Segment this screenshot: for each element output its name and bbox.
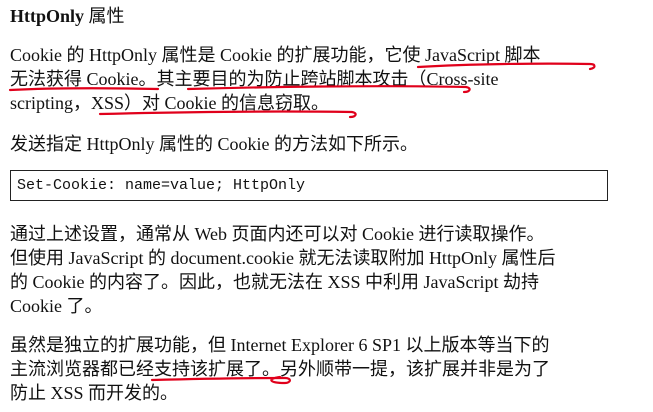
code-line: Set-Cookie: name=value; HttpOnly (17, 177, 306, 194)
paragraph-2-line-1: 发送指定 HttpOnly 属性的 Cookie 的方法如下所示。 (10, 134, 418, 154)
heading-cjk: 属性 (84, 6, 125, 26)
paragraph-4-line-3: 防止 XSS 而开发的。 (10, 383, 179, 403)
paragraph-3-line-1: 通过上述设置，通常从 Web 页面内还可以对 Cookie 进行读取操作。 (10, 224, 545, 244)
paragraph-4-line-2: 主流浏览器都已经支持该扩展了。另外顺带一提，该扩展并非是为了 (10, 359, 550, 379)
paragraph-3-line-3: 的 Cookie 的内容了。因此，也就无法在 XSS 中利用 JavaScrip… (10, 272, 539, 292)
paragraph-1-line-2: 无法获得 Cookie。其主要目的为防止跨站脚本攻击（Cross-site (10, 69, 499, 89)
heading-latin: HttpOnly (10, 6, 85, 26)
document-page: HttpOnly 属性 Cookie 的 HttpOnly 属性是 Cookie… (0, 0, 653, 412)
paragraph-3-line-2: 但使用 JavaScript 的 document.cookie 就无法读取附加… (10, 248, 556, 268)
paragraph-3-line-4: Cookie 了。 (10, 296, 103, 316)
paragraph-4-line-1: 虽然是独立的扩展功能，但 Internet Explorer 6 SP1 以上版… (10, 335, 550, 355)
paragraph-1-line-1: Cookie 的 HttpOnly 属性是 Cookie 的扩展功能，它使 Ja… (10, 45, 541, 65)
code-block: Set-Cookie: name=value; HttpOnly (10, 170, 608, 201)
section-heading: HttpOnly 属性 (10, 4, 125, 28)
paragraph-1-line-3: scripting，XSS）对 Cookie 的信息窃取。 (10, 93, 330, 113)
